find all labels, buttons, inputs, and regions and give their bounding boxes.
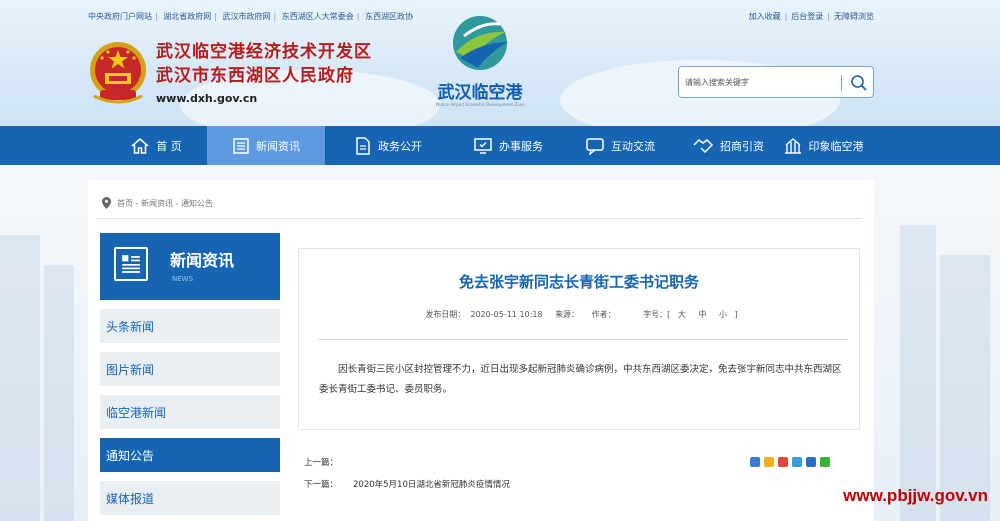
breadcrumb: 首页 - 新闻资讯 - 通知公告 — [102, 197, 213, 209]
logo-subtitle: Wuhan Airport Economic Development Zone — [435, 102, 525, 107]
nav-label: 互动交流 — [611, 139, 655, 153]
breadcrumb-text[interactable]: 首页 - 新闻资讯 - 通知公告 — [117, 198, 213, 209]
top-link[interactable]: 武汉市政府网 — [223, 12, 271, 21]
nav-interaction[interactable]: 互动交流 — [570, 126, 670, 165]
nav-label: 政务公开 — [378, 139, 422, 153]
search-icon[interactable] — [849, 73, 869, 93]
airport-zone-logo[interactable]: 武汉临空港 Wuhan Airport Economic Development… — [426, 12, 534, 112]
sidebar-item-media-reports[interactable]: 媒体报道 — [100, 481, 280, 515]
font-size-large[interactable]: 大 — [678, 310, 686, 319]
article-meta: 发布日期： 2020-05-11 10:18 来源： 作者： 字号：[ 大 中 小… — [299, 309, 859, 320]
location-pin-icon — [102, 197, 111, 209]
top-link[interactable]: 湖北省政府网 — [163, 12, 211, 21]
next-label: 下一篇： — [304, 480, 339, 490]
nav-services[interactable]: 办事服务 — [456, 126, 560, 165]
date-label: 发布日期： — [425, 310, 466, 319]
article-pager: 上一篇： 下一篇： 2020年5月10日湖北省新冠肺炎疫情情况 — [304, 456, 510, 500]
divider — [96, 218, 862, 219]
weibo-icon[interactable] — [778, 457, 788, 467]
author-label: 作者： — [591, 310, 616, 319]
sidebar-item-photo-news[interactable]: 图片新闻 — [100, 352, 280, 386]
admin-login-link[interactable]: 后台登录 — [791, 12, 823, 21]
sidebar-item-notices[interactable]: 通知公告 — [100, 438, 280, 472]
font-size-label: 字号：[ — [643, 310, 671, 319]
article-title: 免去张宇新同志长青街工委书记职务 — [458, 273, 699, 291]
search-input[interactable] — [685, 73, 835, 91]
watermark-text: www.pbjjw.gov.vn — [843, 486, 988, 505]
accessibility-link[interactable]: 无障碍浏览 — [834, 12, 874, 21]
sidebar-item-headlines[interactable]: 头条新闻 — [100, 309, 280, 343]
landmark-icon — [784, 137, 801, 154]
sidebar-item-airport-news[interactable]: 临空港新闻 — [100, 395, 280, 429]
top-links: 中央政府门户网站 | 湖北省政府网 | 武汉市政府网 | 东西湖区人大常委会 | 东西湖… — [88, 12, 413, 21]
tencent-weibo-icon[interactable] — [792, 457, 802, 467]
nav-impression[interactable]: 印象临空港 — [780, 126, 866, 165]
nav-news[interactable]: 新闻资讯 — [207, 126, 325, 165]
newspaper-icon — [114, 247, 148, 281]
search-divider — [841, 75, 842, 91]
utility-links: 加入收藏 | 后台登录 | 无障碍浏览 — [748, 12, 874, 21]
sidebar-header: 新闻资讯 NEWS — [100, 233, 280, 300]
search-box — [678, 66, 874, 98]
next-article-link[interactable]: 2020年5月10日湖北省新冠肺炎疫情情况 — [353, 480, 510, 490]
logo-name: 武汉临空港 — [437, 83, 523, 103]
site-header: 中央政府门户网站 | 湖北省政府网 | 武汉市政府网 | 东西湖区人大常委会 | 东西湖… — [0, 0, 1000, 126]
font-size-medium[interactable]: 中 — [698, 310, 706, 319]
content-panel: 首页 - 新闻资讯 - 通知公告 新闻资讯 NEWS 头条新闻 图片新闻 临空港… — [88, 180, 874, 521]
source-label: 来源： — [555, 310, 580, 319]
national-emblem-icon — [90, 42, 146, 104]
site-title-zone: 武汉临空港经济技术开发区 — [156, 42, 372, 62]
chat-icon — [586, 137, 604, 155]
sidebar: 新闻资讯 NEWS 头条新闻 图片新闻 临空港新闻 通知公告 媒体报道 — [100, 233, 280, 515]
sidebar-title: 新闻资讯 — [170, 251, 235, 270]
article: 免去张宇新同志长青街工委书记职务 发布日期： 2020-05-11 10:18 来… — [298, 248, 860, 430]
add-favorite-link[interactable]: 加入收藏 — [749, 12, 781, 21]
sidebar-subtitle: NEWS — [172, 275, 194, 283]
nav-investment[interactable]: 招商引资 — [680, 126, 776, 165]
news-icon — [233, 137, 249, 154]
divider — [317, 339, 847, 340]
publish-date: 2020-05-11 10:18 — [470, 310, 543, 319]
share-bar — [750, 457, 834, 467]
top-link[interactable]: 东西湖区政协 — [365, 12, 413, 21]
nav-label: 新闻资讯 — [256, 139, 300, 153]
site-title-gov: 武汉市东西湖区人民政府 — [156, 66, 354, 86]
airport-logo-icon — [453, 16, 508, 70]
qzone-icon[interactable] — [764, 457, 774, 467]
wechat-icon[interactable] — [820, 457, 830, 467]
top-link[interactable]: 中央政府门户网站 — [88, 12, 152, 21]
main-nav: 首 页 新闻资讯 政务公开 办事服务 互动交流 招商引资 印象临空港 — [0, 126, 1000, 165]
site-url: www.dxh.gov.cn — [156, 92, 258, 105]
nav-label: 首 页 — [156, 139, 182, 153]
handshake-icon — [693, 138, 714, 153]
share-plus-icon[interactable] — [750, 457, 760, 467]
font-size-small[interactable]: 小 — [719, 310, 727, 319]
font-size-close: ] — [734, 310, 738, 319]
nav-home[interactable]: 首 页 — [108, 126, 204, 165]
top-link[interactable]: 东西湖区人大常委会 — [282, 12, 354, 21]
nav-label: 招商引资 — [720, 139, 764, 153]
article-body: 因长青街三民小区封控管理不力，近日出现多起新冠肺炎确诊病例，中共东西湖区委决定，… — [319, 364, 842, 395]
monitor-icon — [474, 137, 492, 154]
document-icon — [356, 136, 370, 155]
site-title-block: 武汉临空港经济技术开发区 武汉市东西湖区人民政府 www.dxh.gov.cn — [156, 40, 372, 105]
renren-icon[interactable] — [806, 457, 816, 467]
nav-public-affairs[interactable]: 政务公开 — [336, 126, 440, 165]
home-icon — [131, 137, 149, 154]
prev-label: 上一篇： — [304, 458, 339, 468]
nav-label: 印象临空港 — [808, 139, 864, 153]
nav-label: 办事服务 — [499, 139, 543, 153]
